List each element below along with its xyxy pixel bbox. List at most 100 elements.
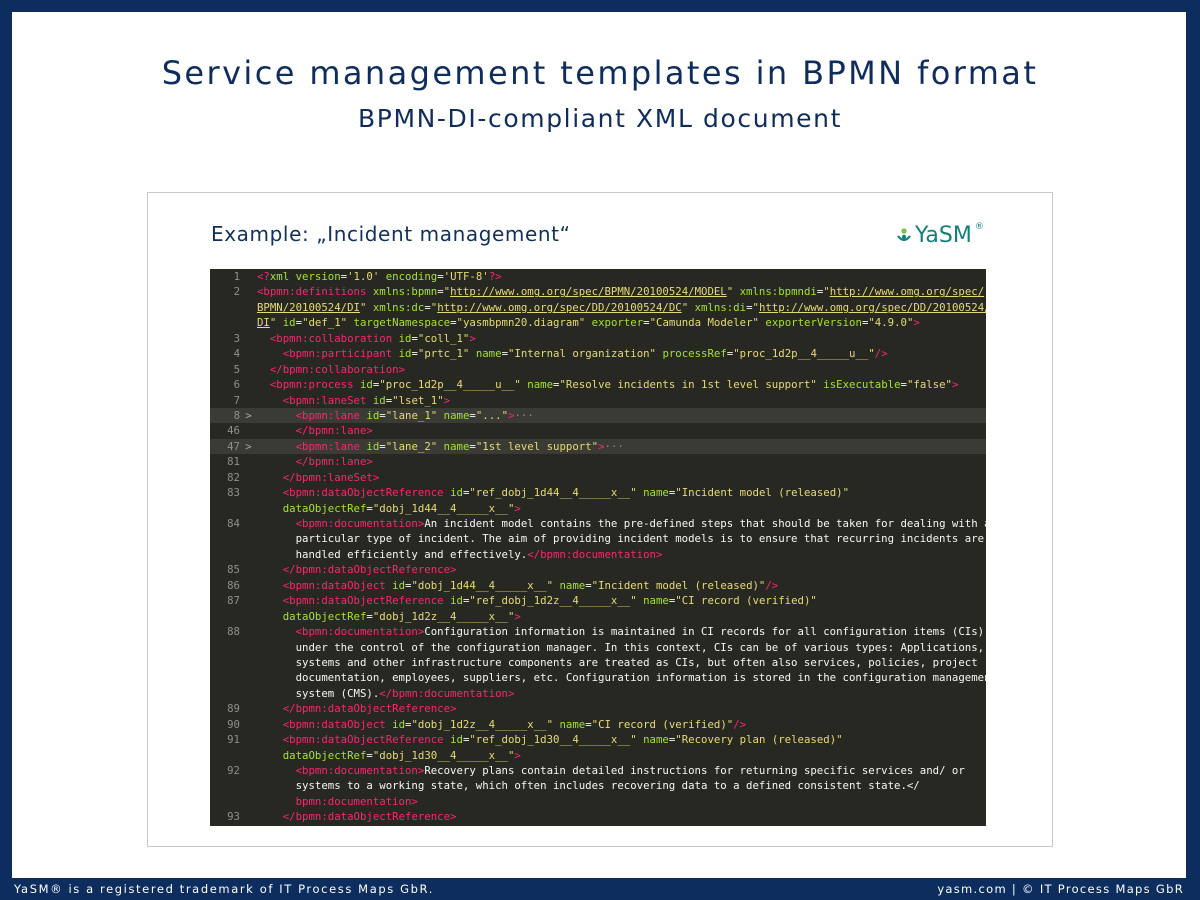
- line-number: [210, 300, 240, 315]
- code-text: <bpmn:dataObjectReference id="ref_dobj_1…: [282, 594, 817, 608]
- line-number: 92: [227, 764, 240, 777]
- footer-copyright: yasm.com | © IT Process Maps GbR: [937, 882, 1184, 896]
- line-number: 90: [227, 717, 240, 731]
- code-text: <bpmn:documentation>Configuration inform…: [295, 625, 985, 639]
- fold-gutter: [240, 732, 257, 747]
- code-text: <?xml version='1.0' encoding='UTF-8'?>: [257, 270, 502, 283]
- code-line: 87 <bpmn:dataObjectReference id="ref_dob…: [210, 593, 986, 608]
- line-number: [210, 315, 240, 330]
- line-number: 84: [227, 517, 240, 530]
- code-line: 83 <bpmn:dataObjectReference id="ref_dob…: [210, 485, 986, 500]
- line-number: [210, 609, 240, 624]
- fold-gutter: [240, 701, 257, 716]
- code-line: handled efficiently and effectively.</bp…: [210, 547, 986, 562]
- line-number: 89: [227, 702, 240, 716]
- code-line: documentation, employees, suppliers, etc…: [210, 670, 986, 685]
- fold-gutter: [240, 778, 257, 793]
- code-line: 88 <bpmn:documentation>Configuration inf…: [210, 624, 986, 639]
- fold-gutter: [240, 331, 257, 346]
- code-line: dataObjectRef="dobj_1d44__4_____x__">: [210, 501, 986, 516]
- code-text: <bpmn:process id="proc_1d2p__4_____u__" …: [269, 378, 959, 392]
- yasm-logo: YaSM ®: [896, 222, 984, 248]
- fold-gutter: [240, 794, 257, 809]
- fold-gutter: [240, 284, 257, 299]
- fold-gutter: [240, 717, 257, 732]
- code-text: <bpmn:documentation>An incident model co…: [295, 517, 986, 530]
- yasm-logo-text: YaSM: [915, 222, 972, 248]
- line-number: 91: [227, 733, 240, 747]
- code-line: dataObjectRef="dobj_1d30__4_____x__">: [210, 748, 986, 763]
- code-text: <bpmn:collaboration id="coll_1">: [269, 331, 476, 345]
- code-line: 47 > <bpmn:lane id="lane_2" name="1st lev…: [210, 438, 986, 455]
- code-line: 8 > <bpmn:lane id="lane_1" name="...">···: [210, 407, 986, 424]
- fold-gutter: [240, 485, 257, 500]
- line-number: 83: [227, 486, 240, 500]
- fold-gutter: [240, 315, 257, 330]
- code-text: DI" id="def_1" targetNamespace="yasmbpmn…: [257, 316, 920, 330]
- fold-chevron-icon[interactable]: >: [240, 408, 257, 423]
- line-number: 88: [227, 625, 240, 639]
- fold-gutter: [240, 501, 257, 516]
- code-text: <bpmn:lane id="lane_2" name="1st level s…: [295, 439, 624, 453]
- line-number: [210, 640, 240, 655]
- code-line: 1 <?xml version='1.0' encoding='UTF-8'?>: [210, 269, 986, 284]
- line-number: [210, 531, 240, 546]
- fold-gutter: [240, 470, 257, 485]
- fold-gutter: [240, 516, 257, 531]
- code-text: dataObjectRef="dobj_1d2z__4_____x__">: [282, 609, 521, 623]
- page-title: Service management templates in BPMN for…: [161, 54, 1039, 92]
- code-line: under the control of the configuration m…: [210, 640, 986, 655]
- line-number: [210, 794, 240, 809]
- fold-gutter: [240, 655, 257, 670]
- code-text: </bpmn:dataObjectReference>: [282, 563, 457, 577]
- line-number: [210, 778, 240, 793]
- code-line: DI" id="def_1" targetNamespace="yasmbpmn…: [210, 315, 986, 330]
- line-number: 6: [233, 378, 240, 392]
- code-text: particular type of incident. The aim of …: [257, 532, 985, 546]
- fold-gutter: [240, 609, 257, 624]
- fold-gutter: [240, 377, 257, 392]
- code-text: handled efficiently and effectively.</bp…: [257, 547, 663, 561]
- code-text: <bpmn:participant id="prtc_1" name="Inte…: [282, 347, 888, 361]
- line-number: [210, 686, 240, 701]
- code-line: bpmn:documentation>: [210, 794, 986, 809]
- fold-gutter: [240, 393, 257, 408]
- yasm-logo-icon: [897, 228, 911, 242]
- code-line: 89 </bpmn:dataObjectReference>: [210, 701, 986, 716]
- code-text: <bpmn:dataObject id="dobj_1d44__4_____x_…: [282, 578, 779, 592]
- code-text: systems to a working state, which often …: [257, 779, 920, 793]
- code-line: 91 <bpmn:dataObjectReference id="ref_dob…: [210, 732, 986, 747]
- fold-gutter: [240, 269, 257, 284]
- page-subtitle: BPMN-DI-compliant XML document: [358, 104, 842, 133]
- line-number: 47: [227, 439, 240, 453]
- code-text: <bpmn:definitions xmlns:bpmn="http://www…: [257, 285, 985, 299]
- code-line: 92 <bpmn:documentation>Recovery plans co…: [210, 763, 986, 778]
- code-line: 4 <bpmn:participant id="prtc_1" name="In…: [210, 346, 986, 361]
- line-number: [210, 655, 240, 670]
- line-number: 46: [227, 424, 240, 438]
- code-text: BPMN/20100524/DI" xmlns:dc="http://www.o…: [257, 300, 986, 314]
- code-text: <bpmn:laneSet id="lset_1">: [282, 393, 451, 407]
- fold-gutter: [240, 748, 257, 763]
- line-number: 2: [233, 285, 240, 299]
- fold-gutter: [240, 454, 257, 469]
- fold-gutter: [240, 346, 257, 361]
- line-number: 1: [233, 270, 240, 283]
- fold-gutter: [240, 624, 257, 639]
- code-text: documentation, employees, suppliers, etc…: [257, 671, 986, 685]
- fold-chevron-icon[interactable]: >: [240, 439, 257, 454]
- code-line: 5 </bpmn:collaboration>: [210, 362, 986, 377]
- yasm-logo-registered-mark: ®: [974, 222, 984, 232]
- code-line: 85 </bpmn:dataObjectReference>: [210, 562, 986, 577]
- code-line: 46 </bpmn:lane>: [210, 423, 986, 438]
- code-line: 3 <bpmn:collaboration id="coll_1">: [210, 331, 986, 346]
- code-line: 86 <bpmn:dataObject id="dobj_1d44__4____…: [210, 578, 986, 593]
- line-number: 81: [227, 455, 240, 469]
- fold-gutter: [240, 670, 257, 685]
- code-line: 90 <bpmn:dataObject id="dobj_1d2z__4____…: [210, 717, 986, 732]
- code-text: dataObjectRef="dobj_1d30__4_____x__">: [282, 748, 521, 762]
- code-line: 6 <bpmn:process id="proc_1d2p__4_____u__…: [210, 377, 986, 392]
- code-text: systems and other infrastructure compone…: [257, 655, 978, 669]
- line-number: 86: [227, 578, 240, 592]
- xml-code-editor[interactable]: 1 <?xml version='1.0' encoding='UTF-8'?> 2…: [210, 269, 986, 826]
